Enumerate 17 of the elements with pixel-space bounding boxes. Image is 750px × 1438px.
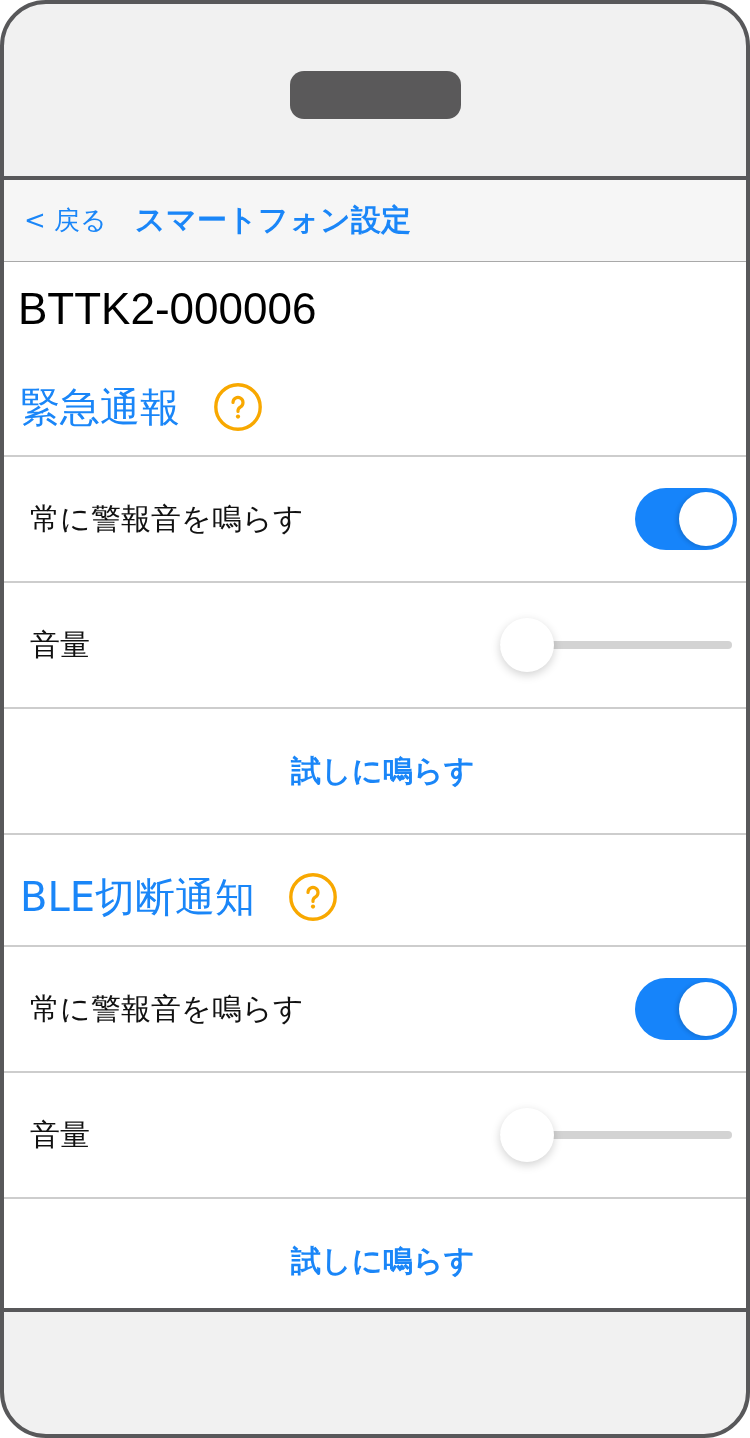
- device-name: BTTK2-000006: [18, 284, 317, 333]
- test-sound-button[interactable]: 試しに鳴らす: [290, 1240, 475, 1282]
- slider-thumb[interactable]: [500, 618, 554, 672]
- setting-label: 常に警報音を鳴らす: [30, 499, 304, 538]
- back-link[interactable]: < 戻る: [24, 203, 108, 238]
- setting-label: 音量: [30, 625, 90, 664]
- help-icon[interactable]: [214, 383, 262, 431]
- nav-title: スマートフォン設定: [135, 201, 412, 239]
- test-sound-button[interactable]: 試しに鳴らす: [290, 750, 475, 792]
- section-title: BLE切断通知: [20, 872, 255, 922]
- setting-label: 常に警報音を鳴らす: [30, 989, 304, 1028]
- slider-track[interactable]: [500, 1108, 732, 1162]
- slider-thumb[interactable]: [500, 1108, 554, 1162]
- setting-label: 音量: [30, 1115, 90, 1154]
- slider-track[interactable]: [500, 618, 732, 672]
- help-icon[interactable]: [289, 873, 337, 921]
- section-title: 緊急通報: [20, 382, 180, 432]
